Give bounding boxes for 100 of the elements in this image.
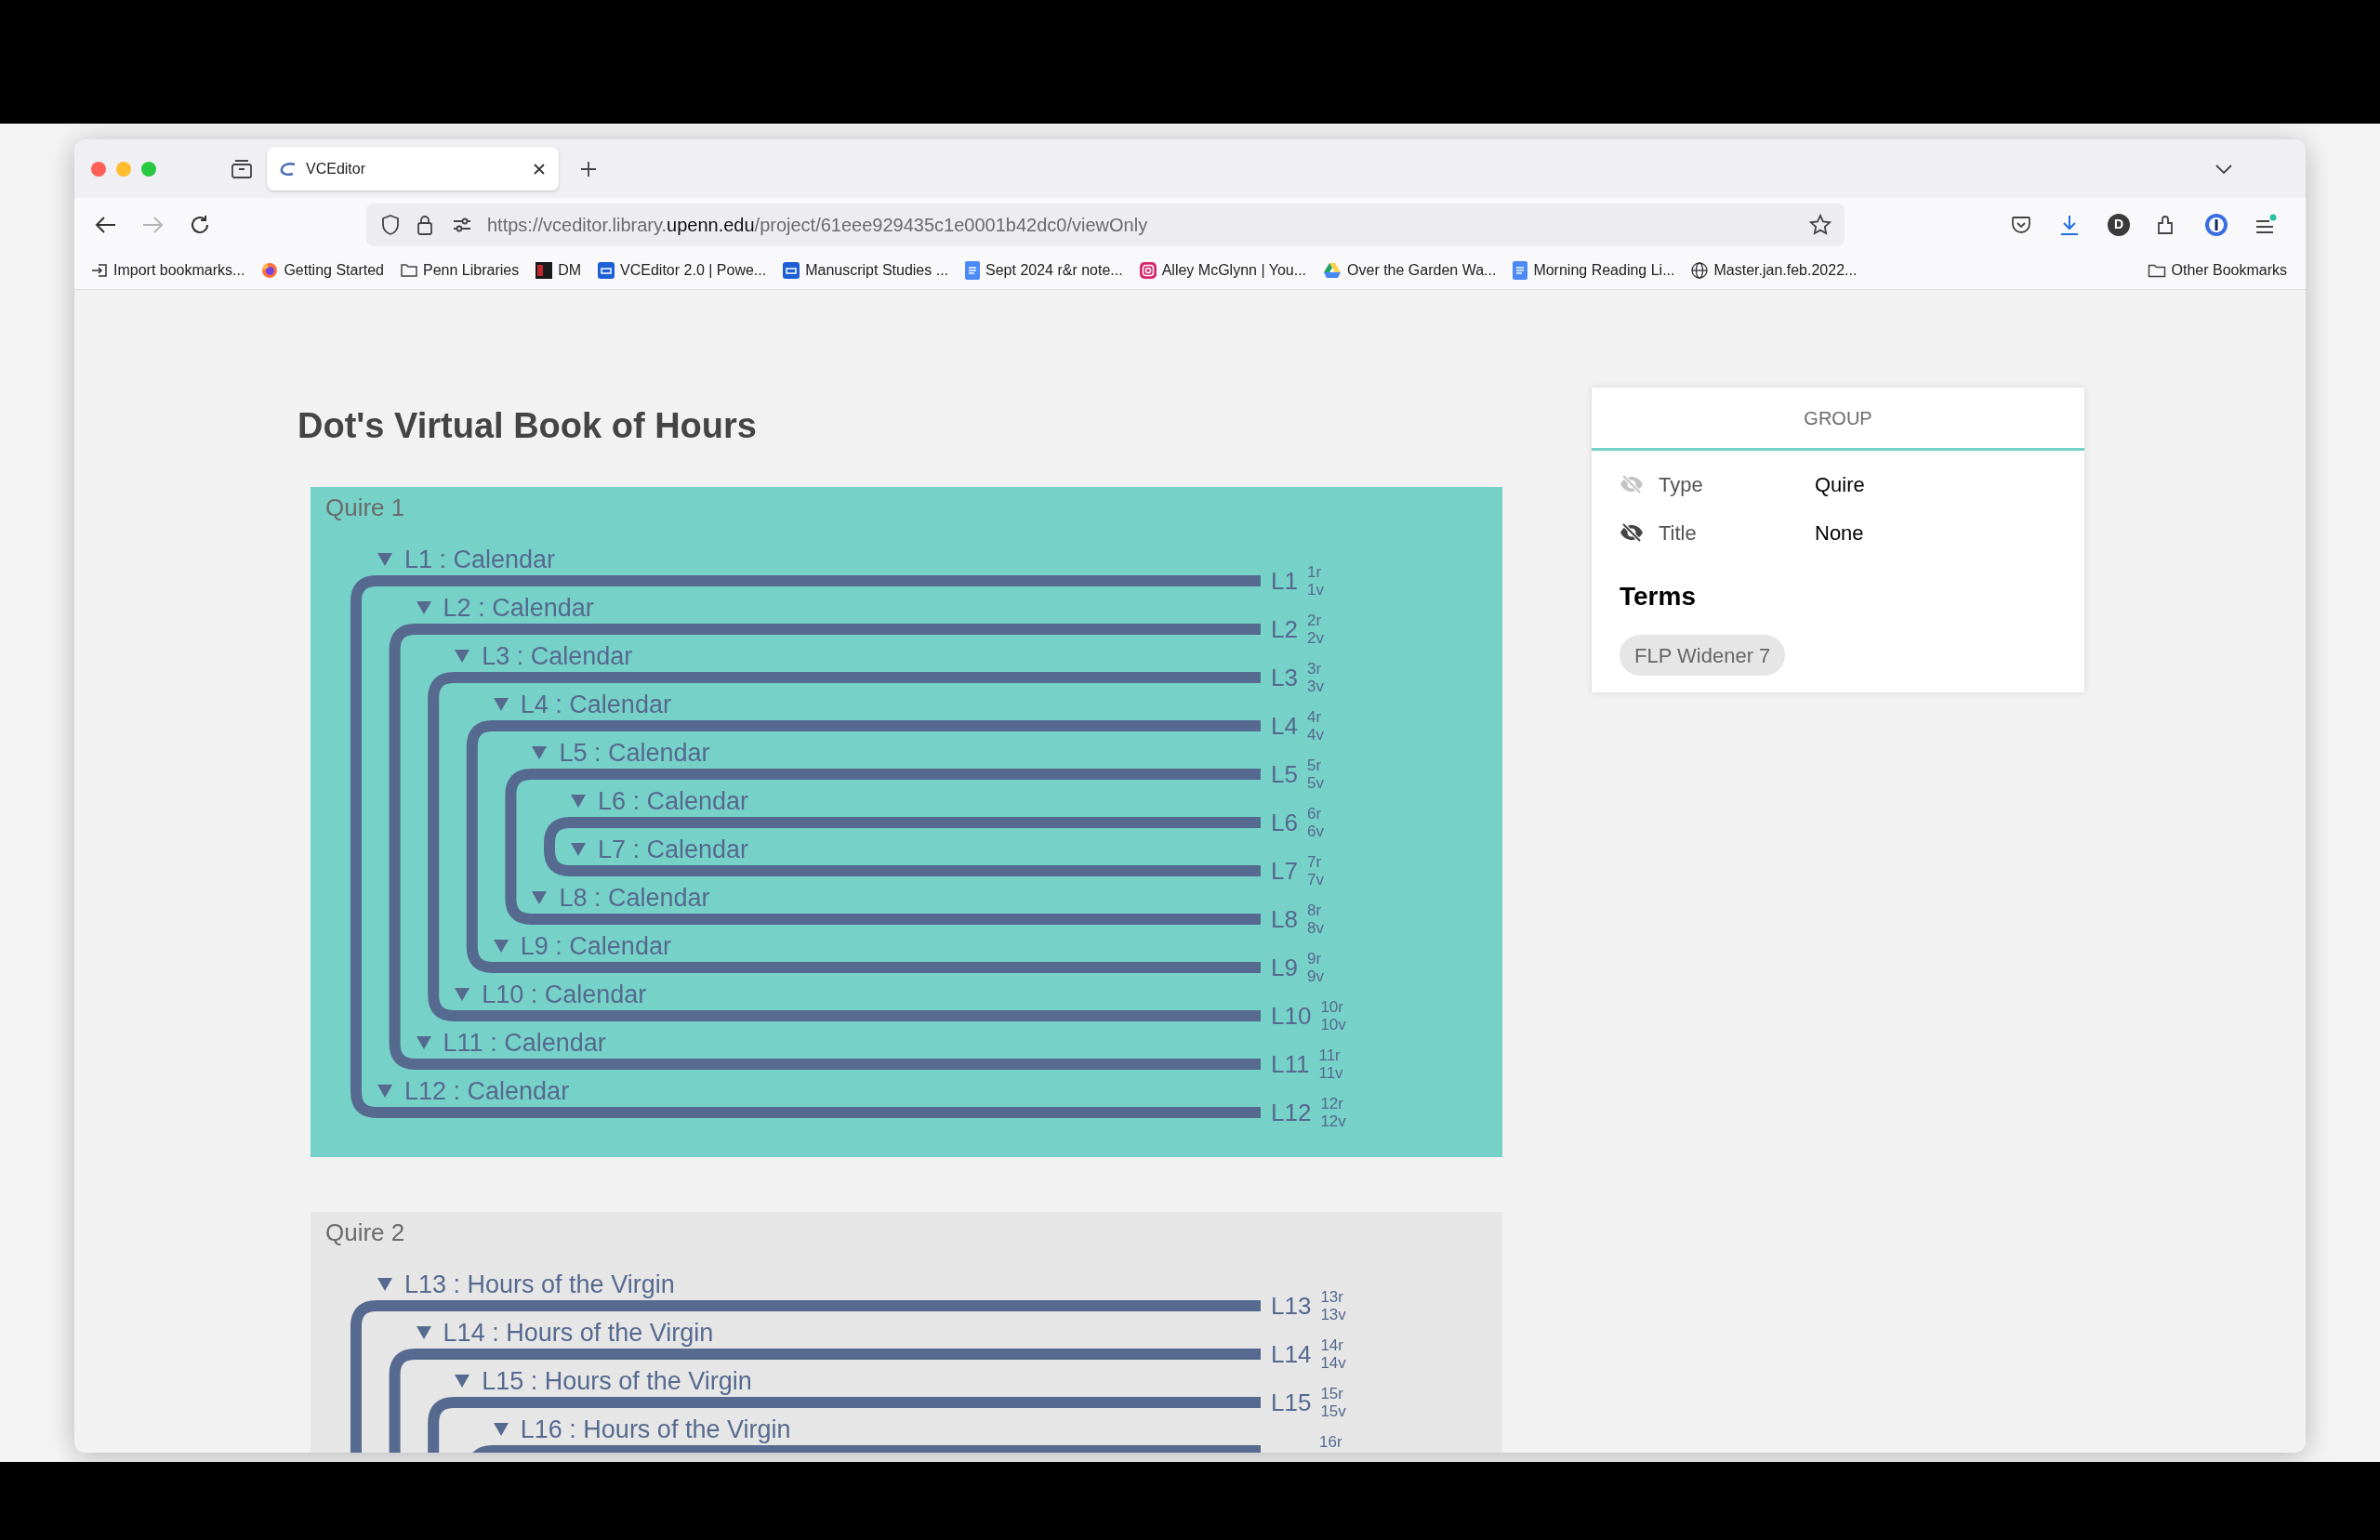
bookmark-item[interactable]: Manuscript Studies ... (783, 258, 949, 282)
caret-down-icon[interactable] (415, 1325, 432, 1340)
folio-label: 5r (1306, 757, 1323, 774)
bookmark-item[interactable]: Morning Reading Li... (1513, 258, 1675, 282)
leaf-label: L2 : Calendar (443, 595, 594, 621)
caret-down-icon[interactable] (377, 1084, 393, 1099)
folio-label: 2r (1306, 612, 1323, 629)
back-icon[interactable] (95, 215, 117, 234)
attribute-value: Quire (1815, 471, 1865, 498)
caret-down-icon[interactable] (531, 745, 549, 760)
bookmark-item[interactable]: Master.jan.feb.2022... (1691, 258, 1858, 282)
quire-name: Quire 2 (325, 1218, 405, 1246)
new-tab-icon[interactable] (579, 159, 598, 178)
terms-heading: Terms (1620, 581, 1697, 612)
attribute-value: None (1815, 520, 1864, 546)
close-window-button[interactable] (91, 161, 106, 177)
caret-down-icon[interactable] (531, 890, 549, 905)
settings-sliders-icon[interactable] (452, 216, 472, 233)
bookmark-item[interactable]: VCEditor 2.0 | Powe... (598, 258, 767, 282)
close-icon[interactable] (533, 162, 546, 176)
bookmark-item[interactable]: Sept 2024 r&r note... (965, 258, 1123, 282)
folio-label: 15r (1320, 1385, 1344, 1402)
box-logo-icon (783, 261, 800, 279)
download-icon[interactable] (2059, 213, 2080, 236)
folio-label: 5v (1306, 774, 1324, 792)
leaf-label: L12 : Calendar (404, 1078, 570, 1104)
dm-logo-icon (536, 261, 553, 279)
leaf-number: L6 (1271, 809, 1298, 836)
bookmark-item[interactable]: DM (536, 258, 582, 282)
caret-down-icon[interactable] (454, 987, 471, 1002)
menu-icon[interactable] (2254, 213, 2277, 236)
tab-list-icon[interactable] (231, 158, 253, 179)
leaf-label: L8 : Calendar (559, 885, 710, 911)
other-bookmarks-button[interactable]: Other Bookmarks (2147, 258, 2287, 282)
caret-down-icon[interactable] (492, 939, 509, 954)
folio-label: 13v (1320, 1306, 1346, 1323)
leaf-label: L11 : Calendar (443, 1030, 606, 1056)
document-icon (965, 260, 981, 280)
leaf-number: L13 (1271, 1293, 1312, 1319)
folio-label: 10v (1320, 1016, 1346, 1033)
url-text: https://vceditor.library.upenn.edu/project/61eee929435c1e0001b42dc0/viewOnly (487, 213, 1148, 237)
folio-label: 11r (1318, 1046, 1342, 1064)
quire-panel[interactable] (311, 487, 1502, 1157)
leaf-number: L3 (1271, 665, 1298, 691)
folio-label: 14v (1320, 1354, 1346, 1372)
folio-label: 9r (1306, 950, 1323, 967)
document-icon (1513, 260, 1528, 280)
folio-label: 3r (1306, 660, 1323, 678)
caret-down-icon[interactable] (492, 1422, 509, 1437)
bookmark-star-icon[interactable] (1809, 213, 1831, 236)
leaf-number: L15 (1271, 1389, 1312, 1415)
leaf-label: L9 : Calendar (520, 933, 671, 959)
folio-label: 14r (1320, 1336, 1344, 1354)
caret-down-icon[interactable] (570, 794, 587, 809)
bookmark-item[interactable]: Alley McGlynn | You... (1139, 258, 1307, 282)
leaf-number: L10 (1271, 1003, 1312, 1029)
leaf-label: L15 : Hours of the Virgin (482, 1368, 752, 1394)
bookmark-item[interactable]: Penn Libraries (401, 258, 520, 282)
chevron-down-icon[interactable] (2215, 163, 2233, 175)
reload-icon[interactable] (190, 214, 210, 235)
shield-icon[interactable] (381, 213, 400, 236)
folder-icon (401, 263, 417, 277)
caret-down-icon[interactable] (570, 842, 587, 857)
bookmark-item[interactable]: Import bookmarks... (91, 258, 245, 282)
caret-down-icon[interactable] (492, 697, 509, 712)
caret-down-icon[interactable] (415, 600, 432, 615)
folio-label: 10r (1320, 998, 1344, 1016)
leaf-number: L4 (1271, 713, 1298, 739)
leaf-label: L16 : Hours of the Virgin (520, 1416, 791, 1442)
folio-label: 7v (1306, 871, 1324, 888)
caret-down-icon[interactable] (415, 1035, 432, 1050)
lock-icon[interactable] (416, 213, 433, 236)
page-title: Dot's Virtual Book of Hours (298, 407, 758, 444)
leaf-label: L13 : Hours of the Virgin (404, 1271, 675, 1297)
folio-label: 16r (1319, 1433, 1342, 1451)
folio-label: 1r (1306, 563, 1323, 581)
folio-label: 13r (1320, 1288, 1344, 1306)
folio-label: 11v (1318, 1064, 1343, 1082)
caret-down-icon[interactable] (454, 649, 471, 664)
hidden-eye-icon[interactable] (1620, 522, 1644, 543)
password-manager-icon[interactable] (2204, 212, 2228, 237)
camera-logo-icon (1139, 261, 1157, 279)
address-bar[interactable]: https://vceditor.library.upenn.edu/project/61eee929435c1e0001b42dc0/viewOnly (366, 203, 1844, 246)
bookmark-item[interactable]: Over the Garden Wa... (1323, 258, 1497, 282)
leaf-number: L9 (1271, 954, 1298, 981)
caret-down-icon[interactable] (377, 552, 393, 567)
folio-label: 15v (1320, 1402, 1346, 1420)
term-chip[interactable]: FLP Widener 7 (1620, 635, 1786, 676)
leaf-number: L8 (1271, 906, 1298, 932)
leaf-number: L12 (1271, 1099, 1312, 1125)
globe-icon (1691, 261, 1709, 279)
bookmark-item[interactable]: Getting Started (261, 258, 384, 282)
caret-down-icon[interactable] (377, 1277, 393, 1292)
caret-down-icon[interactable] (454, 1374, 471, 1389)
leaf-number: L7 (1271, 858, 1298, 884)
box-logo-icon (598, 261, 615, 279)
browser-tab[interactable]: VCEditor (267, 147, 559, 191)
profile-avatar[interactable]: D (2108, 213, 2130, 236)
folio-label: 2v (1306, 629, 1324, 647)
pocket-icon[interactable] (2011, 215, 2031, 234)
